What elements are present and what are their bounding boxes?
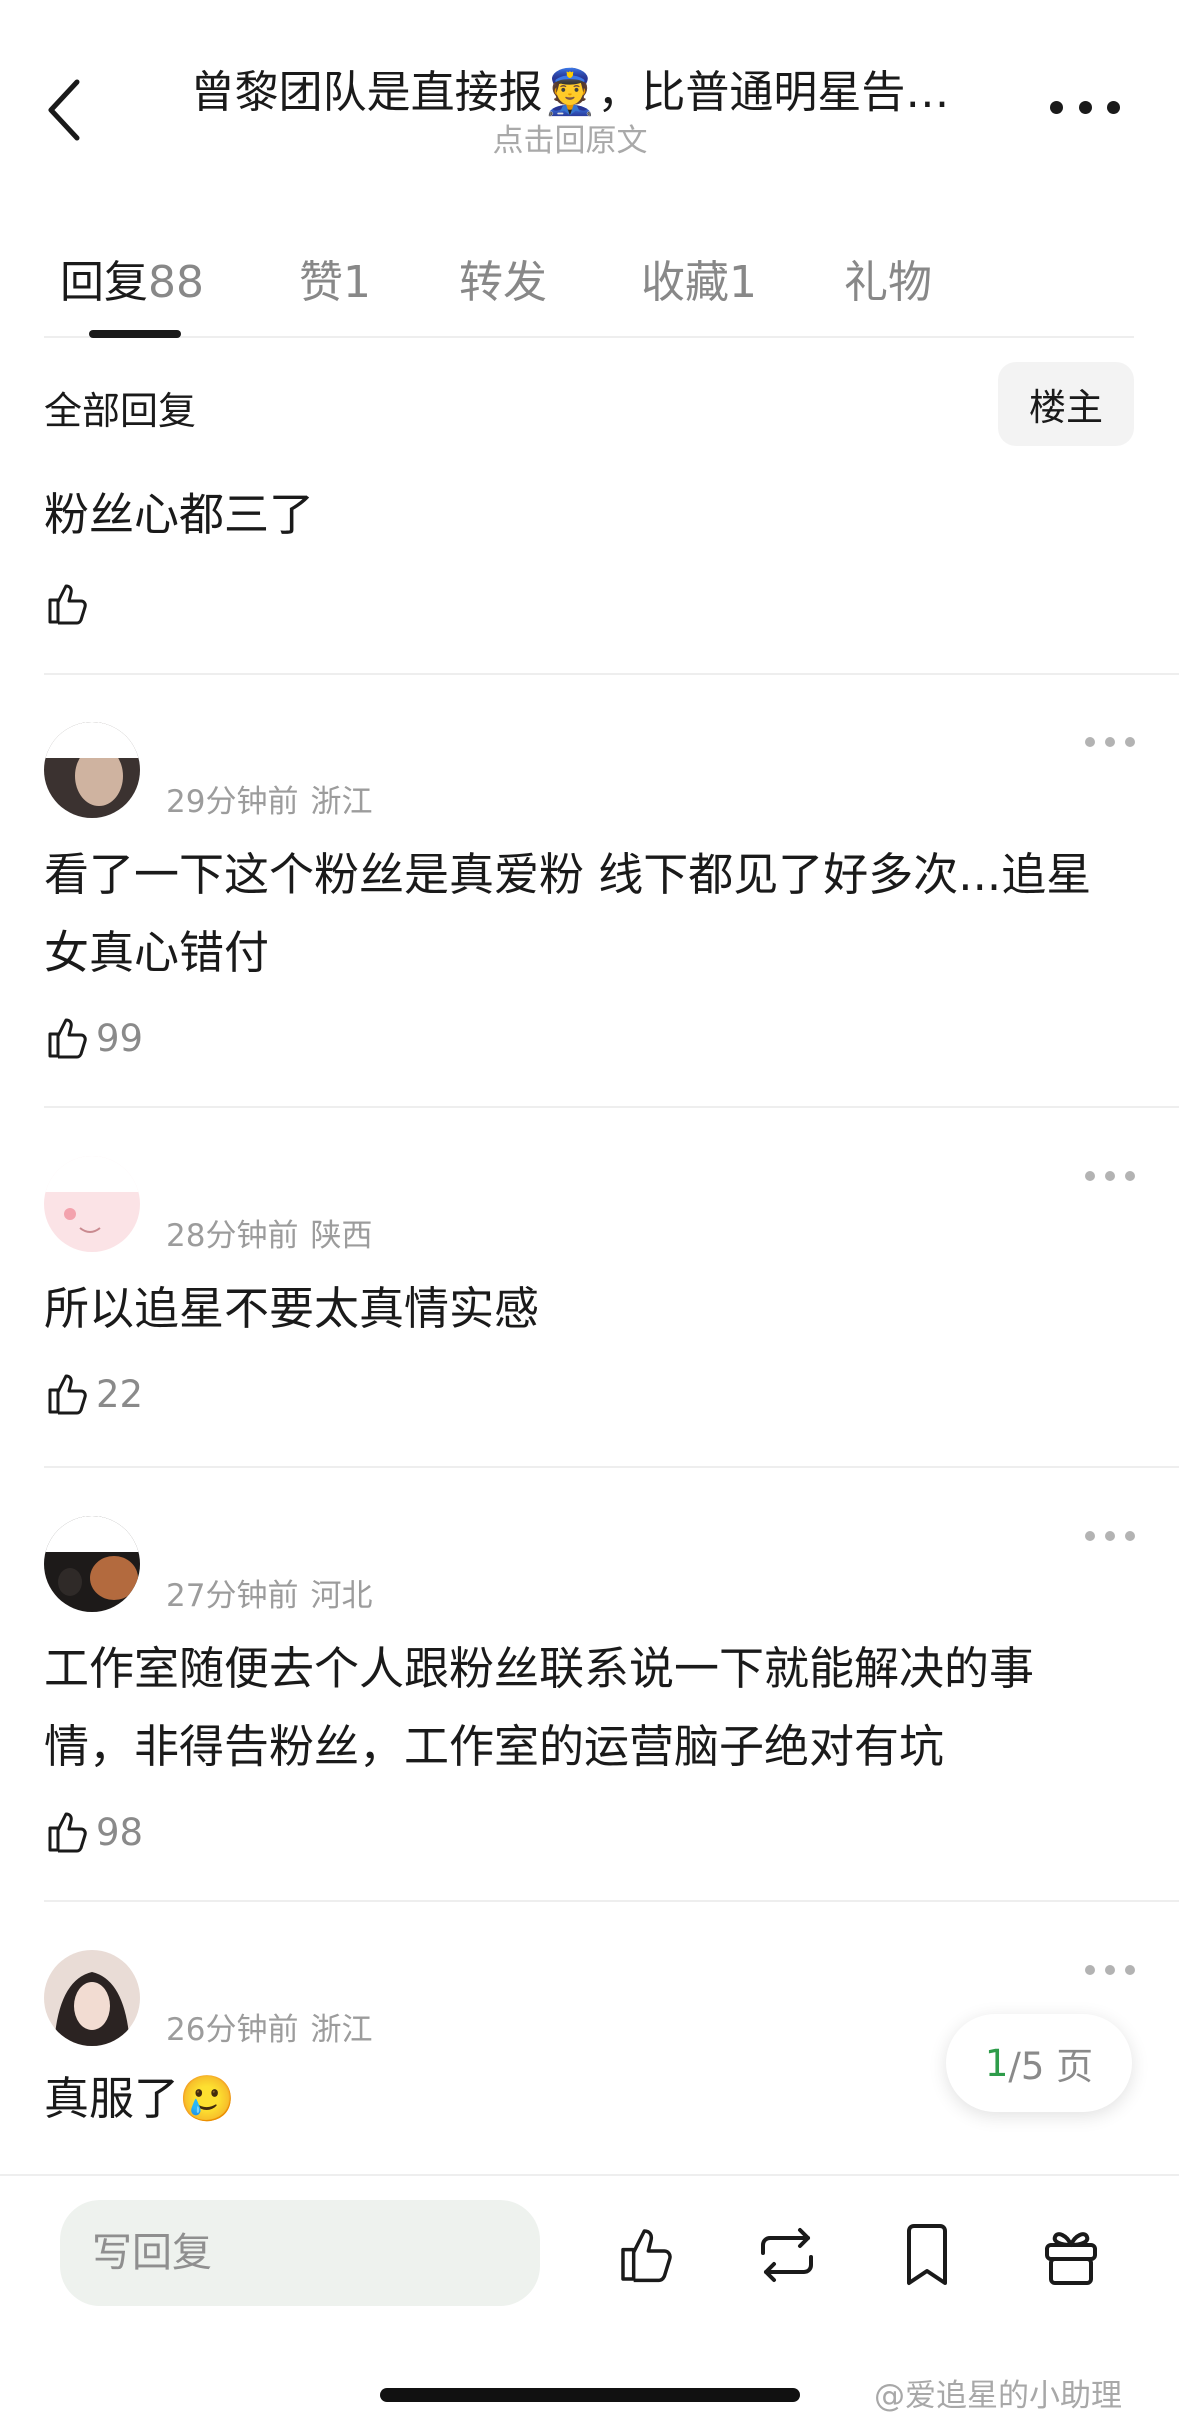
like-button[interactable]: 22	[44, 1366, 143, 1422]
gift-icon[interactable]	[1036, 2220, 1106, 2290]
comment-item: 27分钟前 河北 工作室随便去个人跟粉丝联系说一下就能解决的事情，非得告粉丝，工作…	[44, 1500, 1179, 1902]
tab-label: 回复	[60, 257, 148, 308]
comment-meta: 26分钟前 浙江	[166, 2004, 372, 2049]
avatar[interactable]	[44, 1950, 140, 2046]
divider	[44, 1900, 1179, 1902]
comment-text: 看了一下这个粉丝是真爱粉 线下都见了好多次...追星女真心错付	[44, 848, 1092, 979]
tab-label: 收藏	[641, 257, 729, 308]
all-replies-label[interactable]: 全部回复	[44, 380, 196, 435]
home-indicator[interactable]	[380, 2388, 800, 2402]
tab-count: 88	[148, 257, 204, 308]
decorative-sprout-icon	[214, 1982, 564, 1994]
thumbs-up-icon	[48, 1018, 87, 1059]
comment-item: 29分钟前 浙江 看了一下这个粉丝是真爱粉 线下都见了好多次...追星女真心错付 …	[44, 706, 1179, 1108]
comment-time: 29分钟前	[166, 784, 299, 820]
reply-input[interactable]	[60, 2200, 540, 2306]
comment-text: 工作室随便去个人跟粉丝联系说一下就能解决的事情，非得告粉丝，工作室的运营脑子绝对…	[44, 1642, 1035, 1773]
comment-text: 粉丝心都三了	[44, 488, 315, 541]
filter-row: 全部回复 楼主	[44, 362, 1134, 446]
comment-time: 27分钟前	[166, 1578, 299, 1614]
like-count: 99	[96, 1016, 144, 1060]
post-title[interactable]: 曾黎团队是直接报👮，比普通明星告…	[150, 58, 990, 128]
like-button[interactable]	[44, 576, 92, 632]
watermark: @爱追星的小助理	[874, 2378, 1122, 2414]
tab-favorites[interactable]: 收藏1	[641, 246, 757, 310]
active-tab-indicator	[89, 330, 181, 338]
repost-icon[interactable]	[752, 2220, 822, 2290]
comment-meta: 28分钟前 陕西	[166, 1210, 372, 1255]
comment-time: 26分钟前	[166, 2012, 299, 2048]
like-button[interactable]: 98	[44, 1804, 143, 1860]
tab-gifts[interactable]: 礼物	[844, 246, 932, 310]
comment-location: 陕西	[310, 1218, 373, 1254]
comment-item: 粉丝心都三了	[44, 470, 1179, 675]
tab-count: 1	[729, 257, 757, 308]
comment-meta: 29分钟前 浙江	[166, 776, 372, 821]
tab-label: 赞	[299, 257, 343, 308]
top-bar: 曾黎团队是直接报👮，比普通明星告… 点击回原文	[0, 0, 1179, 190]
tab-label: 礼物	[844, 257, 932, 308]
thumbs-up-icon[interactable]	[612, 2220, 682, 2290]
page-indicator[interactable]: 1/5 页	[946, 2014, 1132, 2112]
more-icon[interactable]	[1050, 92, 1120, 122]
avatar[interactable]	[44, 1156, 140, 1252]
comment-more-icon[interactable]	[1085, 1964, 1135, 1976]
comment-location: 河北	[310, 1578, 373, 1614]
current-page: 1	[984, 2041, 1009, 2085]
title-area[interactable]: 曾黎团队是直接报👮，比普通明星告… 点击回原文	[150, 58, 990, 160]
avatar[interactable]	[44, 722, 140, 818]
comment-time: 28分钟前	[166, 1218, 299, 1254]
thumbs-up-icon	[48, 1374, 87, 1415]
like-button[interactable]: 99	[44, 1010, 143, 1066]
comment-location: 浙江	[310, 2012, 373, 2048]
comment-more-icon[interactable]	[1085, 1170, 1135, 1182]
tab-label: 转发	[459, 257, 547, 308]
thumbs-up-icon	[48, 1812, 87, 1853]
comment-meta: 27分钟前 河北	[166, 1570, 372, 1615]
like-count: 22	[96, 1372, 144, 1416]
thumbs-up-icon	[48, 584, 87, 625]
divider	[44, 1106, 1179, 1108]
tab-replies[interactable]: 回复88	[60, 246, 204, 310]
comment-more-icon[interactable]	[1085, 1530, 1135, 1542]
total-pages: /5 页	[1008, 2045, 1094, 2088]
like-count: 98	[96, 1810, 144, 1854]
avatar[interactable]	[44, 1516, 140, 1612]
comment-item: 28分钟前 陕西 所以追星不要太真情实感 22	[44, 1140, 1179, 1468]
owner-only-button[interactable]: 楼主	[998, 362, 1134, 446]
bookmark-icon[interactable]	[892, 2220, 962, 2290]
back-arrow-icon[interactable]	[40, 70, 90, 150]
comment-text: 所以追星不要太真情实感	[44, 1282, 540, 1335]
tab-likes[interactable]: 赞1	[299, 246, 371, 310]
tab-bar: 回复88 赞1 转发 收藏1 礼物	[44, 230, 1134, 338]
tab-count: 1	[343, 257, 371, 308]
tab-reposts[interactable]: 转发	[459, 246, 547, 310]
comment-more-icon[interactable]	[1085, 736, 1135, 748]
comment-text: 真服了🥲	[44, 2072, 236, 2125]
divider	[44, 1466, 1179, 1468]
comment-location: 浙江	[310, 784, 373, 820]
divider	[44, 673, 1179, 675]
